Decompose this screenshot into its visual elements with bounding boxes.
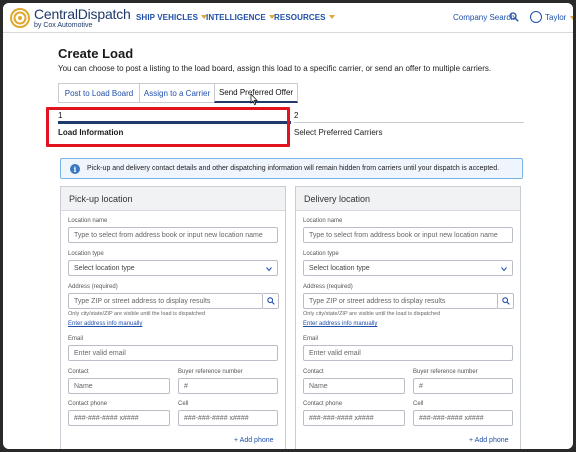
enter-address-manually-link[interactable]: Enter address info manually <box>68 321 142 327</box>
chevron-down-icon <box>501 267 507 272</box>
pickup-title: Pick-up location <box>61 187 285 211</box>
delivery-panel: Delivery location Location name Type to … <box>295 186 521 449</box>
company-search-link[interactable]: Company Search <box>453 13 515 22</box>
address-label-text: Address <box>68 284 91 290</box>
delivery-cell-input[interactable]: ###-###-#### x#### <box>413 410 513 426</box>
menu-resources[interactable]: RESOURCES <box>274 13 335 22</box>
info-icon: i <box>70 164 80 174</box>
delivery-phone-input[interactable]: ###-###-#### x#### <box>303 410 405 426</box>
avatar[interactable] <box>530 11 542 23</box>
delivery-contact-input[interactable]: Name <box>303 378 405 394</box>
brand-sub: by Cox Automotive <box>34 22 93 29</box>
step-2-number: 2 <box>294 111 299 120</box>
search-icon[interactable] <box>509 12 519 22</box>
address-search-button[interactable] <box>263 293 279 309</box>
logo[interactable]: CentralDispatch by Cox Automotive <box>34 7 131 29</box>
tab-post-to-load-board[interactable]: Post to Load Board <box>58 83 140 103</box>
pickup-location-name-input[interactable]: Type to select from address book or inpu… <box>68 227 278 243</box>
location-type-label: Location type <box>68 251 104 257</box>
logo-icon <box>10 8 30 28</box>
contact-label: Contact <box>68 369 89 375</box>
address-hint: Only city/state/ZIP are visible until th… <box>68 311 206 317</box>
menu-label: SHIP VEHICLES <box>136 13 199 22</box>
pickup-contact-input[interactable]: Name <box>68 378 170 394</box>
menu-intelligence[interactable]: INTELLIGENCE <box>206 13 275 22</box>
cell-label: Cell <box>178 401 189 407</box>
address-label-text: Address <box>303 284 326 290</box>
mouse-cursor-icon <box>250 94 258 105</box>
contact-phone-label: Contact phone <box>68 401 108 407</box>
menu-label: INTELLIGENCE <box>206 13 266 22</box>
pickup-location-type-select[interactable]: Select location type <box>68 260 278 276</box>
menu-ship-vehicles[interactable]: SHIP VEHICLES <box>136 13 208 22</box>
address-hint: Only city/state/ZIP are visible until th… <box>303 311 441 317</box>
select-value: Select location type <box>74 265 135 272</box>
pickup-phone-input[interactable]: ###-###-#### x#### <box>68 410 170 426</box>
search-icon <box>267 297 275 305</box>
required-marker: (required) <box>91 284 118 290</box>
tab-assign-to-carrier[interactable]: Assign to a Carrier <box>139 83 215 103</box>
buyer-ref-label: Buyer reference number <box>413 369 478 375</box>
delivery-title: Delivery location <box>296 187 520 211</box>
top-nav: CentralDispatch by Cox Automotive SHIP V… <box>3 3 573 33</box>
pickup-address-input[interactable]: Type ZIP or street address to display re… <box>68 293 263 309</box>
info-text: Pick-up and delivery contact details and… <box>87 165 500 172</box>
chevron-down-icon[interactable] <box>570 16 573 20</box>
pickup-email-input[interactable]: Enter valid email <box>68 345 278 361</box>
app-window: CentralDispatch by Cox Automotive SHIP V… <box>3 3 573 449</box>
location-name-label: Location name <box>68 218 108 224</box>
required-marker: (required) <box>326 284 353 290</box>
pickup-panel: Pick-up location Location name Type to s… <box>60 186 286 449</box>
email-label: Email <box>303 336 319 342</box>
contact-label: Contact <box>303 369 324 375</box>
location-name-label: Location name <box>303 218 343 224</box>
buyer-ref-label: Buyer reference number <box>178 369 243 375</box>
menu-label: RESOURCES <box>274 13 326 22</box>
add-phone-button[interactable]: + Add phone <box>234 437 274 444</box>
user-name[interactable]: Taylor <box>545 13 566 22</box>
enter-address-manually-link[interactable]: Enter address info manually <box>303 321 377 327</box>
step-2-progress-bar <box>294 122 524 123</box>
pickup-cell-input[interactable]: ###-###-#### x#### <box>178 410 278 426</box>
delivery-address-input[interactable]: Type ZIP or street address to display re… <box>303 293 498 309</box>
add-phone-button[interactable]: + Add phone <box>469 437 509 444</box>
brand-name: CentralDispatch <box>34 6 131 22</box>
address-label: Address (required) <box>303 284 353 290</box>
email-label: Email <box>68 336 84 342</box>
address-search-button[interactable] <box>498 293 514 309</box>
cell-label: Cell <box>413 401 424 407</box>
pickup-buyer-ref-input[interactable]: # <box>178 378 278 394</box>
contact-phone-label: Contact phone <box>303 401 343 407</box>
delivery-location-type-select[interactable]: Select location type <box>303 260 513 276</box>
select-value: Select location type <box>309 265 370 272</box>
step-2-label[interactable]: Select Preferred Carriers <box>294 128 382 137</box>
address-label: Address (required) <box>68 284 118 290</box>
info-banner: i Pick-up and delivery contact details a… <box>60 158 523 179</box>
delivery-email-input[interactable]: Enter valid email <box>303 345 513 361</box>
chevron-down-icon <box>328 15 335 19</box>
search-icon <box>502 297 510 305</box>
page-title: Create Load <box>58 46 134 61</box>
delivery-location-name-input[interactable]: Type to select from address book or inpu… <box>303 227 513 243</box>
page-description: You can choose to post a listing to the … <box>58 64 492 73</box>
delivery-buyer-ref-input[interactable]: # <box>413 378 513 394</box>
highlight-annotation <box>46 107 290 147</box>
chevron-down-icon <box>266 267 272 272</box>
location-type-label: Location type <box>303 251 339 257</box>
